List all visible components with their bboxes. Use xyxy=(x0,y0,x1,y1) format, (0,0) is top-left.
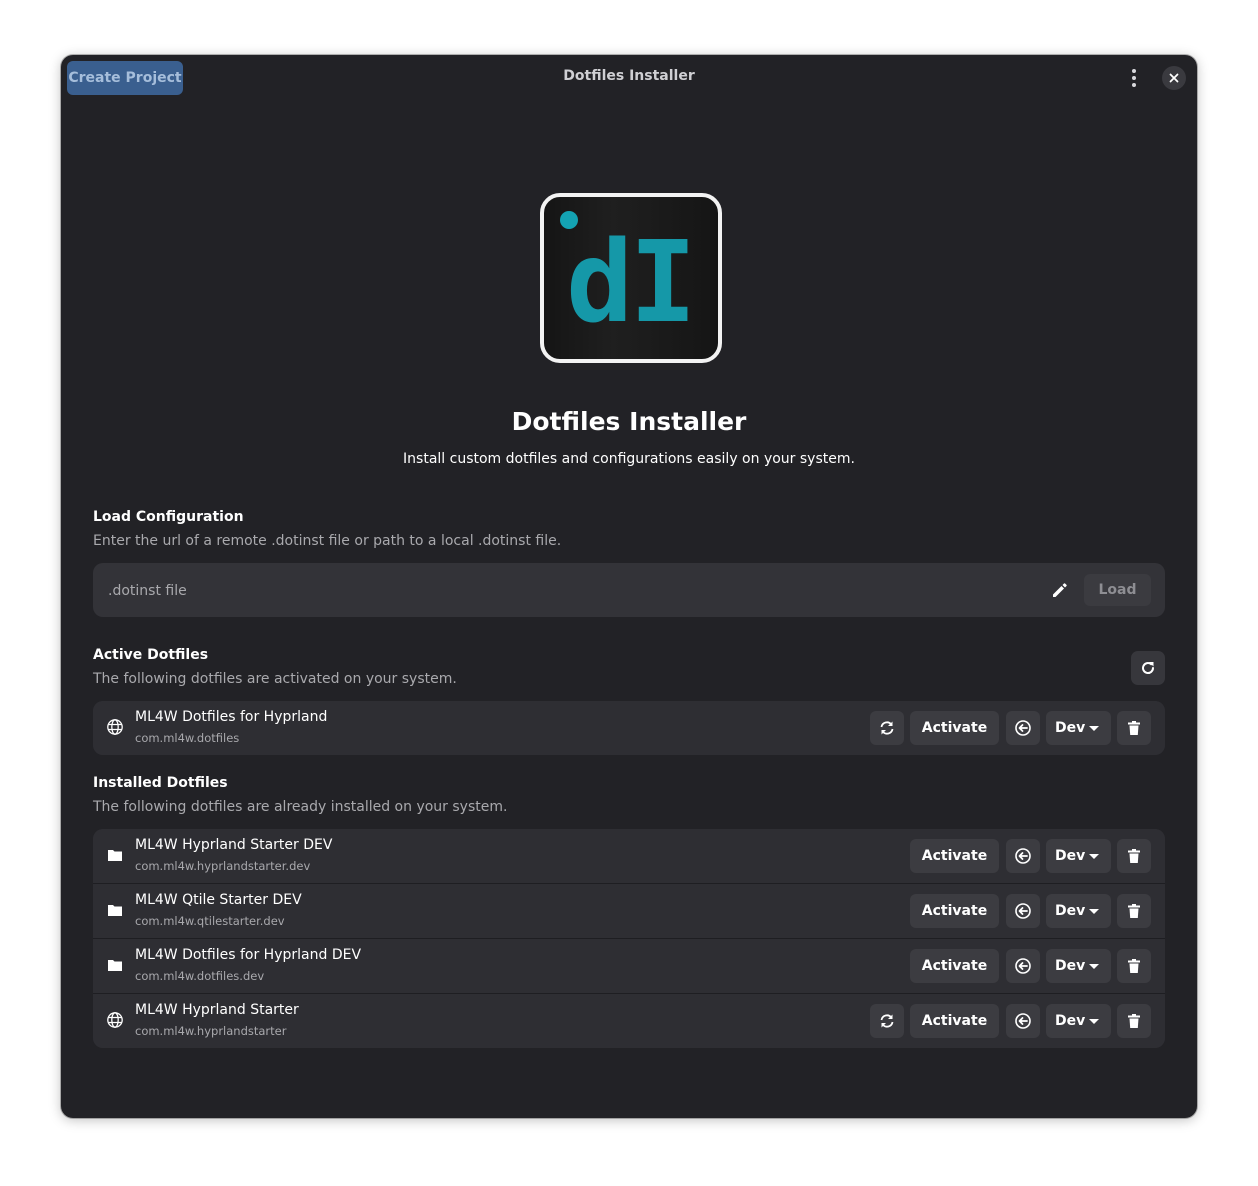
dotfile-id: com.ml4w.dotfiles.dev xyxy=(135,969,265,983)
vertical-dots-icon[interactable] xyxy=(1121,65,1147,91)
dotfile-id: com.ml4w.hyprlandstarter.dev xyxy=(135,859,311,873)
load-button[interactable]: Load xyxy=(1084,574,1151,606)
restore-button[interactable] xyxy=(1006,894,1040,928)
sync-button[interactable] xyxy=(870,711,904,745)
active-dotfiles-title: Active Dotfiles xyxy=(93,647,209,663)
restore-button[interactable] xyxy=(1006,1004,1040,1038)
dotfile-id: com.ml4w.dotfiles xyxy=(135,731,240,745)
load-config-title: Load Configuration xyxy=(93,509,244,525)
dotfile-name: ML4W Qtile Starter DEV xyxy=(135,892,302,908)
trash-icon xyxy=(1128,959,1140,973)
sync-icon xyxy=(880,1014,894,1028)
header-bar: Create Project Dotfiles Installer xyxy=(61,55,1197,101)
dotfile-id: com.ml4w.qtilestarter.dev xyxy=(135,914,285,928)
dotfile-name: ML4W Dotfiles for Hyprland xyxy=(135,709,328,725)
globe-icon xyxy=(106,718,126,738)
channel-dropdown[interactable]: Dev xyxy=(1046,1004,1111,1038)
window-title: Dotfiles Installer xyxy=(563,68,695,84)
dotfile-id: com.ml4w.hyprlandstarter xyxy=(135,1024,287,1038)
circle-arrow-left-icon xyxy=(1015,1013,1031,1029)
installed-dotfiles-list: ML4W Hyprland Starter DEV com.ml4w.hyprl… xyxy=(93,829,1165,1048)
close-icon[interactable] xyxy=(1162,66,1186,90)
activate-button[interactable]: Activate xyxy=(910,949,999,983)
sync-icon xyxy=(880,721,894,735)
chevron-down-icon xyxy=(1089,854,1099,859)
logo-text: dI xyxy=(566,218,697,348)
dotinst-input[interactable] xyxy=(106,563,1010,619)
app-title: Dotfiles Installer xyxy=(511,407,747,436)
channel-dropdown[interactable]: Dev xyxy=(1046,839,1111,873)
installed-dotfiles-description: The following dotfiles are already insta… xyxy=(93,799,508,815)
activate-button[interactable]: Activate xyxy=(910,1004,999,1038)
refresh-icon xyxy=(1142,662,1155,674)
channel-dropdown[interactable]: Dev xyxy=(1046,949,1111,983)
globe-icon xyxy=(106,1011,126,1031)
edit-icon[interactable] xyxy=(1050,580,1070,600)
chevron-down-icon xyxy=(1089,964,1099,969)
restore-button[interactable] xyxy=(1006,711,1040,745)
trash-icon xyxy=(1128,904,1140,918)
list-item: ML4W Hyprland Starter DEV com.ml4w.hyprl… xyxy=(93,829,1165,883)
delete-button[interactable] xyxy=(1117,711,1151,745)
folder-icon xyxy=(106,846,126,866)
delete-button[interactable] xyxy=(1117,949,1151,983)
dotfile-name: ML4W Hyprland Starter DEV xyxy=(135,837,333,853)
app-logo: dI xyxy=(540,193,722,363)
trash-icon xyxy=(1128,1014,1140,1028)
delete-button[interactable] xyxy=(1117,1004,1151,1038)
list-item: ML4W Dotfiles for Hyprland DEV com.ml4w.… xyxy=(93,938,1165,993)
sync-button[interactable] xyxy=(870,1004,904,1038)
chevron-down-icon xyxy=(1089,909,1099,914)
circle-arrow-left-icon xyxy=(1015,848,1031,864)
dotinst-entry-row: Load xyxy=(93,563,1165,619)
activate-button[interactable]: Activate xyxy=(910,839,999,873)
installed-dotfiles-title: Installed Dotfiles xyxy=(93,775,228,791)
channel-dropdown[interactable]: Dev xyxy=(1046,894,1111,928)
list-item: ML4W Hyprland Starter com.ml4w.hyprlands… xyxy=(93,993,1165,1048)
trash-icon xyxy=(1128,721,1140,735)
dotfile-name: ML4W Hyprland Starter xyxy=(135,1002,299,1018)
app-window: Create Project Dotfiles Installer dI Dot… xyxy=(61,55,1197,1118)
folder-icon xyxy=(106,956,126,976)
channel-dropdown[interactable]: Dev xyxy=(1046,711,1111,745)
trash-icon xyxy=(1128,849,1140,863)
delete-button[interactable] xyxy=(1117,839,1151,873)
channel-label: Dev xyxy=(1055,1013,1086,1029)
list-item: ML4W Qtile Starter DEV com.ml4w.qtilesta… xyxy=(93,883,1165,938)
dotfile-name: ML4W Dotfiles for Hyprland DEV xyxy=(135,947,362,963)
active-dotfiles-description: The following dotfiles are activated on … xyxy=(93,671,457,687)
chevron-down-icon xyxy=(1089,1019,1099,1024)
activate-button[interactable]: Activate xyxy=(910,711,999,745)
channel-label: Dev xyxy=(1055,848,1086,864)
active-dotfiles-list: ML4W Dotfiles for Hyprland com.ml4w.dotf… xyxy=(93,701,1165,755)
activate-button[interactable]: Activate xyxy=(910,894,999,928)
channel-label: Dev xyxy=(1055,903,1086,919)
circle-arrow-left-icon xyxy=(1015,903,1031,919)
list-item: ML4W Dotfiles for Hyprland com.ml4w.dotf… xyxy=(93,701,1165,755)
load-config-description: Enter the url of a remote .dotinst file … xyxy=(93,533,562,549)
channel-label: Dev xyxy=(1055,958,1086,974)
circle-arrow-left-icon xyxy=(1015,720,1031,736)
chevron-down-icon xyxy=(1089,726,1099,731)
delete-button[interactable] xyxy=(1117,894,1151,928)
circle-arrow-left-icon xyxy=(1015,958,1031,974)
folder-icon xyxy=(106,901,126,921)
refresh-button[interactable] xyxy=(1131,651,1165,685)
app-subtitle: Install custom dotfiles and configuratio… xyxy=(403,451,855,467)
restore-button[interactable] xyxy=(1006,949,1040,983)
channel-label: Dev xyxy=(1055,720,1086,736)
restore-button[interactable] xyxy=(1006,839,1040,873)
